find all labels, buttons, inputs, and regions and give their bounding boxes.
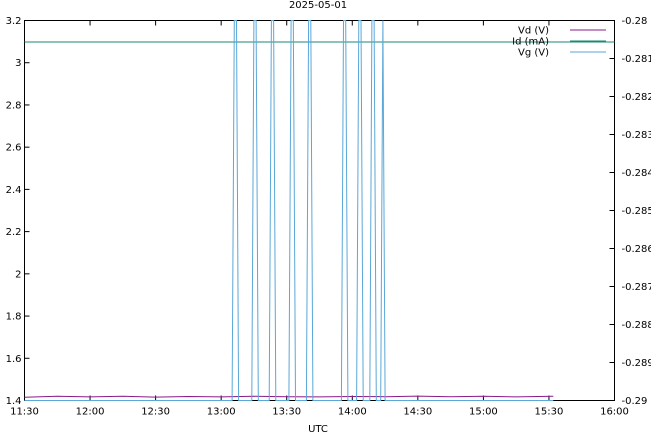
- y2-tick-label: -0.29: [622, 396, 648, 407]
- plot-frame: [24, 20, 615, 401]
- chart-title: 2025-05-01: [289, 0, 347, 11]
- y-tick-label: 1.6: [6, 354, 22, 365]
- x-tick-label: 14:30: [403, 407, 432, 418]
- y2-tick-label: -0.283: [622, 130, 651, 141]
- y2-tick-label: -0.285: [622, 206, 651, 217]
- y2-tick-label: -0.281: [622, 54, 651, 65]
- legend-label: Vd (V): [518, 26, 549, 37]
- y2-tick-label: -0.284: [622, 168, 651, 179]
- x-axis-label: UTC: [308, 424, 328, 432]
- y2-tick-label: -0.287: [622, 282, 651, 293]
- x-tick-label: 13:30: [272, 407, 301, 418]
- y-axis-left: 1.4 1.6 1.8 2 2.2 2.4 2.6 2.8 3 3.2: [6, 16, 30, 407]
- y-tick-label: 2.2: [6, 227, 22, 238]
- y2-tick-label: -0.282: [622, 92, 651, 103]
- x-tick-label: 15:00: [469, 407, 498, 418]
- y2-tick-label: -0.289: [622, 358, 651, 369]
- y2-tick-label: -0.288: [622, 320, 651, 331]
- y2-tick-label: -0.286: [622, 244, 651, 255]
- x-tick-label: 15:30: [535, 407, 564, 418]
- y-tick-label: 2.8: [6, 100, 22, 111]
- y-tick-label: 1.8: [6, 312, 22, 323]
- x-axis: 11:30 12:00 12:30 13:00 13:30 14:00 14:30 15:00…: [10, 20, 629, 418]
- y-tick-label: 1.4: [6, 396, 22, 407]
- y-axis-right: -0.29 -0.289 -0.288 -0.287 -0.286 -0.285 -0.28…: [609, 16, 651, 407]
- legend-label: Vg (V): [518, 48, 549, 59]
- x-tick-label: 14:00: [338, 407, 367, 418]
- y-tick-label: 2: [15, 269, 21, 280]
- y-tick-label: 2.4: [6, 185, 22, 196]
- legend-label: Id (mA): [512, 37, 549, 48]
- y-tick-label: 2.6: [6, 143, 22, 154]
- plot-traces: [24, 20, 615, 401]
- y-tick-label: 3: [15, 58, 21, 69]
- y-tick-label: 3.2: [6, 16, 22, 27]
- x-tick-label: 16:00: [600, 407, 629, 418]
- chart: 2025-05-01 11:30 12:00 12:30 13:00 13:30 14:0…: [6, 0, 651, 432]
- series-line-vg-v: [24, 20, 554, 401]
- x-tick-label: 11:30: [10, 407, 39, 418]
- y2-tick-label: -0.28: [622, 16, 648, 27]
- x-tick-label: 13:00: [207, 407, 236, 418]
- x-tick-label: 12:30: [141, 407, 170, 418]
- x-tick-label: 12:00: [76, 407, 105, 418]
